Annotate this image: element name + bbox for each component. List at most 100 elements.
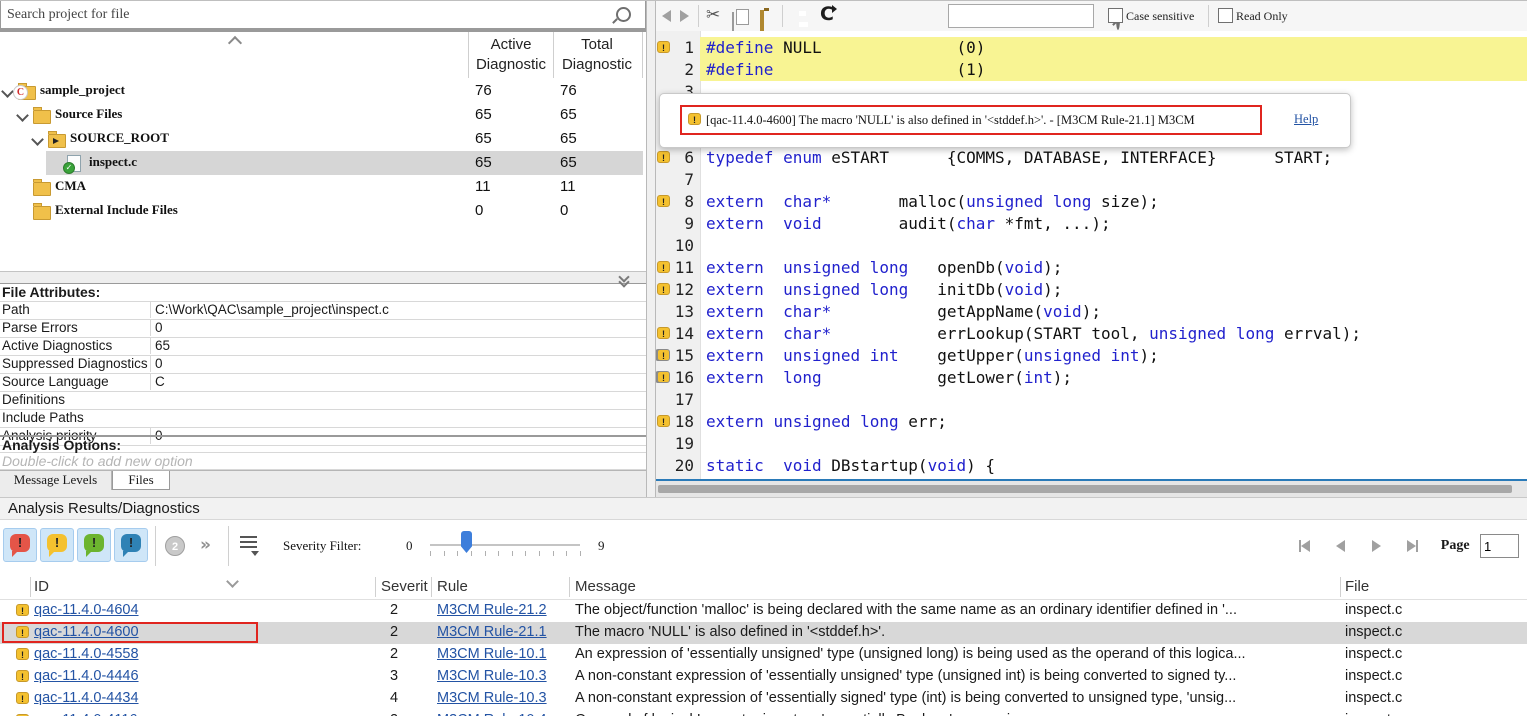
filter-severity-red-button[interactable]: ! (3, 528, 37, 562)
tree-item-cma[interactable]: CMA1111 (0, 175, 646, 199)
tree-item-sample-project[interactable]: Csample_project7676 (0, 79, 646, 103)
copy-icon[interactable] (732, 12, 734, 31)
case-sensitive-checkbox[interactable] (1108, 8, 1123, 23)
last-page-icon[interactable] (1407, 537, 1418, 555)
result-id-link[interactable]: qac-11.4.0-4604 (34, 602, 139, 618)
code-line-18[interactable]: !18extern unsigned long err; (656, 411, 1527, 433)
code-line-14[interactable]: !14extern char* errLookup(START tool, un… (656, 323, 1527, 345)
result-rule-link[interactable]: M3CM Rule-21.1 (437, 624, 547, 640)
result-row-qac-11.4.0-4604[interactable]: !qac-11.4.0-46042M3CM Rule-21.2The objec… (0, 600, 1527, 622)
attribute-row-path[interactable]: PathC:\Work\QAC\sample_project\inspect.c (0, 302, 646, 320)
total-diagnostic-count: 11 (560, 178, 576, 195)
filter-severity-blue-button[interactable]: ! (114, 528, 148, 562)
result-rule-link[interactable]: M3CM Rule-10.1 (437, 646, 547, 662)
project-search-input[interactable] (5, 2, 609, 28)
line-number: 16 (666, 368, 694, 387)
nav-forward-icon[interactable] (680, 10, 689, 22)
attribute-row-source-language[interactable]: Source LanguageC (0, 374, 646, 392)
read-only-label: Read Only (1236, 9, 1288, 24)
result-rule-link[interactable]: M3CM Rule-10.3 (437, 668, 547, 684)
expander-icon[interactable] (16, 109, 29, 122)
refresh-icon[interactable]: C (820, 3, 834, 25)
code-line-9[interactable]: 9extern void audit(char *fmt, ...); (656, 213, 1527, 235)
result-id-link[interactable]: qac-11.4.0-4558 (34, 646, 139, 662)
overflow-count-icon[interactable]: 2 (165, 536, 185, 556)
tree-item-source-root[interactable]: SOURCE_ROOT6565 (0, 127, 646, 151)
tab-files[interactable]: Files (112, 471, 170, 490)
code-line-8[interactable]: !8extern char* malloc(unsigned long size… (656, 191, 1527, 213)
sort-desc-icon[interactable] (226, 575, 239, 588)
severity-slider-thumb[interactable] (461, 531, 472, 553)
attribute-row-suppressed-diagnostics[interactable]: Suppressed Diagnostics0 (0, 356, 646, 374)
vertical-splitter[interactable] (646, 1, 656, 497)
result-row-qac-11.4.0-4446[interactable]: !qac-11.4.0-44463M3CM Rule-10.3A non-con… (0, 666, 1527, 688)
read-only-checkbox[interactable] (1218, 8, 1233, 23)
result-rule-link[interactable]: M3CM Rule-10.4 (437, 712, 547, 716)
code-text: #define (1) (706, 60, 985, 79)
more-filters-icon[interactable]: » (200, 535, 211, 555)
col-header-message[interactable]: Message (575, 578, 636, 595)
attribute-row-active-diagnostics[interactable]: Active Diagnostics65 (0, 338, 646, 356)
code-line-10[interactable]: 10 (656, 235, 1527, 257)
analysis-options-placeholder[interactable]: Double-click to add new option (0, 453, 646, 470)
code-line-13[interactable]: 13extern char* getAppName(void); (656, 301, 1527, 323)
filter-severity-yellow-button[interactable]: ! (40, 528, 74, 562)
search-icon[interactable] (616, 7, 631, 22)
nav-back-icon[interactable] (662, 10, 671, 22)
attribute-row-parse-errors[interactable]: Parse Errors0 (0, 320, 646, 338)
code-line-1[interactable]: !1#define NULL (0) (656, 37, 1527, 59)
code-line-12[interactable]: !12extern unsigned long initDb(void); (656, 279, 1527, 301)
col-header-severity[interactable]: Severit (381, 578, 428, 595)
col-header-rule[interactable]: Rule (437, 578, 468, 595)
attribute-row-include-paths[interactable]: Include Paths (0, 410, 646, 428)
first-page-icon[interactable] (1299, 537, 1310, 555)
result-rule-link[interactable]: M3CM Rule-21.2 (437, 602, 547, 618)
code-line-6[interactable]: !6typedef enum eSTART {COMMS, DATABASE, … (656, 147, 1527, 169)
code-line-20[interactable]: 20static void DBstartup(void) { (656, 455, 1527, 477)
severity-slider-track[interactable] (430, 544, 580, 546)
help-link[interactable]: Help (1294, 112, 1318, 127)
menu-icon[interactable] (240, 536, 257, 549)
code-line-16[interactable]: !16extern long getLower(int); (656, 367, 1527, 389)
code-line-17[interactable]: 17 (656, 389, 1527, 411)
page-input[interactable] (1480, 534, 1519, 558)
column-header-total-diagnostic[interactable]: TotalDiagnostic (554, 35, 640, 75)
collapse-panel-icon[interactable] (616, 273, 632, 284)
filter-severity-green-button[interactable]: ! (77, 528, 111, 562)
tree-item-source-files[interactable]: Source Files6565 (0, 103, 646, 127)
result-row-qac-11.4.0-4434[interactable]: !qac-11.4.0-44344M3CM Rule-10.3A non-con… (0, 688, 1527, 710)
code-line-19[interactable]: 19 (656, 433, 1527, 455)
code-line-2[interactable]: 2#define (1) (656, 59, 1527, 81)
code-area[interactable]: !1#define NULL (0)2#define (1)34#define … (656, 31, 1527, 481)
tree-item-inspect-c[interactable]: ✓inspect.c6565 (0, 151, 646, 175)
expander-icon[interactable] (31, 133, 44, 146)
column-header-active-diagnostic[interactable]: ActiveDiagnostic (468, 35, 554, 75)
result-id-link[interactable]: qac-11.4.0-4116 (34, 712, 137, 716)
result-message: Operand of logical ! operator is not an … (575, 712, 1335, 716)
col-header-id[interactable]: ID (34, 578, 49, 595)
cut-icon[interactable]: ✂ (706, 5, 720, 25)
result-id-link[interactable]: qac-11.4.0-4446 (34, 668, 139, 684)
scrollbar-thumb[interactable] (658, 485, 1512, 493)
result-rule-link[interactable]: M3CM Rule-10.3 (437, 690, 547, 706)
editor-search-input[interactable] (948, 4, 1094, 28)
horizontal-scrollbar[interactable] (656, 479, 1527, 497)
code-line-11[interactable]: !11extern unsigned long openDb(void); (656, 257, 1527, 279)
attribute-label: Include Paths (2, 410, 148, 426)
result-row-qac-11.4.0-4116[interactable]: !qac-11.4.0-41162M3CM Rule-10.4Operand o… (0, 710, 1527, 716)
sort-asc-icon[interactable] (228, 36, 242, 50)
col-header-file[interactable]: File (1345, 578, 1369, 595)
attribute-row-definitions[interactable]: Definitions (0, 392, 646, 410)
result-row-qac-11.4.0-4558[interactable]: !qac-11.4.0-45582M3CM Rule-10.1An expres… (0, 644, 1527, 666)
tree-item-external-include-files[interactable]: External Include Files00 (0, 199, 646, 223)
paste-icon[interactable] (760, 10, 764, 31)
result-id-link[interactable]: qac-11.4.0-4434 (34, 690, 139, 706)
code-line-15[interactable]: !15extern unsigned int getUpper(unsigned… (656, 345, 1527, 367)
expander-icon[interactable] (1, 85, 14, 98)
prev-page-icon[interactable] (1336, 537, 1345, 555)
panel-splitter[interactable] (0, 271, 646, 284)
code-line-7[interactable]: 7 (656, 169, 1527, 191)
next-page-icon[interactable] (1372, 537, 1381, 555)
result-row-qac-11.4.0-4600[interactable]: !qac-11.4.0-46002M3CM Rule-21.1The macro… (0, 622, 1527, 644)
tab-message-levels[interactable]: Message Levels (0, 471, 112, 490)
